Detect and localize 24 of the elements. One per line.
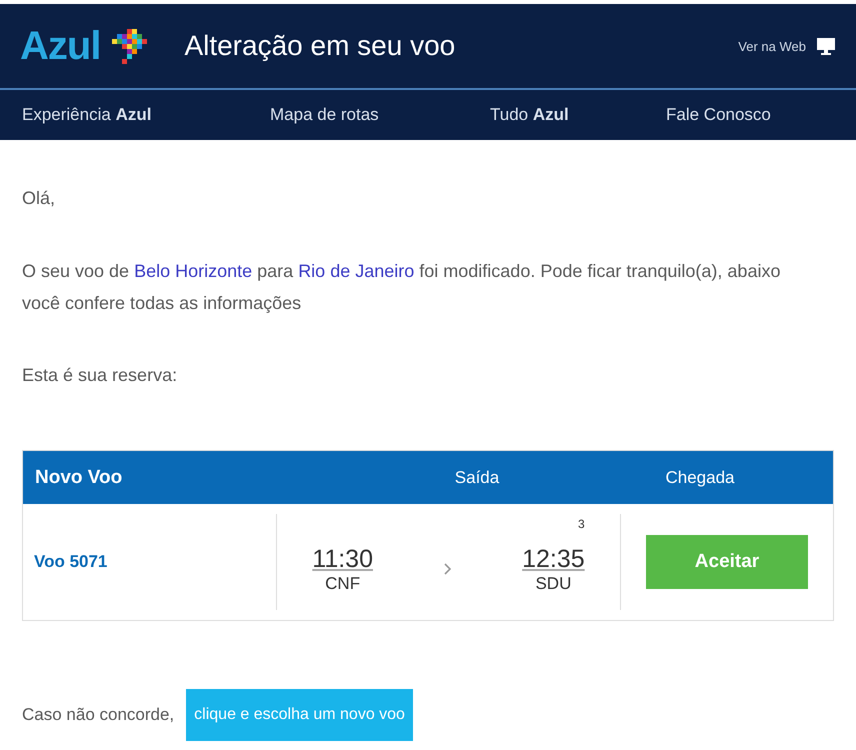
nav-link[interactable]: Tudo Azul bbox=[490, 105, 666, 125]
note-mark: 3 bbox=[578, 516, 585, 530]
reservation-label: Esta é sua reserva: bbox=[22, 365, 178, 386]
disagree-text: Caso não concorde, bbox=[22, 705, 174, 725]
view-web-link[interactable]: Ver na Web bbox=[738, 38, 806, 54]
nav-link[interactable]: Experiência Azul bbox=[22, 105, 270, 125]
greeting: Olá, bbox=[22, 188, 56, 209]
origin-link[interactable]: Belo Horizonte bbox=[134, 261, 252, 281]
nav-link[interactable]: Fale Conosco bbox=[666, 105, 771, 125]
destination-link[interactable]: Rio de Janeiro bbox=[298, 261, 414, 281]
chevron-icon bbox=[444, 563, 452, 575]
departure-time: 11:30 bbox=[312, 544, 373, 574]
column-header: Chegada bbox=[664, 468, 736, 488]
nav-link[interactable]: Mapa de rotas bbox=[270, 105, 490, 125]
monitor-icon bbox=[816, 37, 836, 55]
arrival-airport: SDU bbox=[535, 574, 572, 594]
email-title: Alteração em seu voo bbox=[184, 30, 456, 62]
table-title: Novo Voo bbox=[34, 466, 124, 488]
departure-airport: CNF bbox=[325, 574, 360, 594]
arrival-time: 12:35 bbox=[522, 544, 585, 574]
flight-number: Voo 5071 bbox=[34, 552, 108, 572]
column-header: Saída bbox=[454, 468, 500, 488]
logo: Azul bbox=[20, 24, 100, 68]
message-text: O seu voo de Belo Horizonte para Rio de Janeiro foi modificado. Pode ficar tranquilo(a), abaixo você confere todas as informações bbox=[22, 260, 782, 315]
